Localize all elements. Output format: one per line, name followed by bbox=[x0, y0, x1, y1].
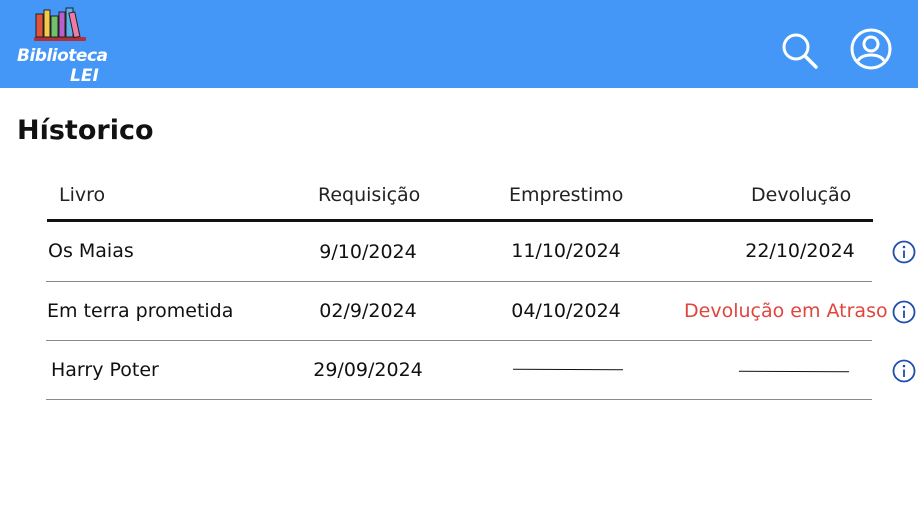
top-navbar: Biblioteca LEI bbox=[0, 0, 918, 88]
row-divider bbox=[46, 340, 872, 341]
cell-emprestimo: 04/10/2024 bbox=[511, 300, 621, 322]
info-icon[interactable] bbox=[892, 359, 916, 383]
row-divider bbox=[46, 281, 872, 282]
cell-requisicao: 02/9/2024 bbox=[319, 300, 417, 322]
cell-requisicao: 29/09/2024 bbox=[313, 359, 423, 381]
page-title: Hístorico bbox=[17, 115, 154, 146]
library-logo[interactable]: Biblioteca LEI bbox=[12, 6, 112, 86]
info-icon[interactable] bbox=[892, 300, 916, 324]
cell-livro: Em terra prometida bbox=[47, 300, 234, 322]
logo-text-biblioteca: Biblioteca bbox=[17, 46, 108, 66]
search-icon bbox=[782, 33, 818, 69]
logo-text-lei: LEI bbox=[70, 66, 99, 86]
cell-devolucao-empty-dash bbox=[738, 370, 850, 373]
column-header-requisicao: Requisição bbox=[318, 184, 421, 206]
info-icon[interactable] bbox=[892, 240, 916, 264]
user-account-icon bbox=[850, 28, 892, 70]
cell-requisicao: 9/10/2024 bbox=[319, 241, 417, 263]
column-header-emprestimo: Emprestimo bbox=[509, 184, 624, 206]
user-account-button[interactable] bbox=[849, 27, 893, 71]
cell-emprestimo-empty-dash bbox=[512, 368, 624, 371]
cell-devolucao-late-status: Devolução em Atraso bbox=[684, 300, 888, 322]
books-logo-icon bbox=[34, 7, 86, 41]
table-header-divider bbox=[47, 219, 873, 222]
column-header-devolucao: Devolução bbox=[751, 184, 852, 206]
search-button[interactable] bbox=[780, 31, 820, 71]
cell-devolucao: 22/10/2024 bbox=[745, 240, 855, 262]
cell-livro: Os Maias bbox=[48, 240, 134, 262]
cell-livro: Harry Poter bbox=[51, 359, 159, 381]
cell-emprestimo: 11/10/2024 bbox=[511, 240, 621, 262]
row-divider bbox=[46, 399, 872, 400]
column-header-livro: Livro bbox=[59, 184, 106, 206]
